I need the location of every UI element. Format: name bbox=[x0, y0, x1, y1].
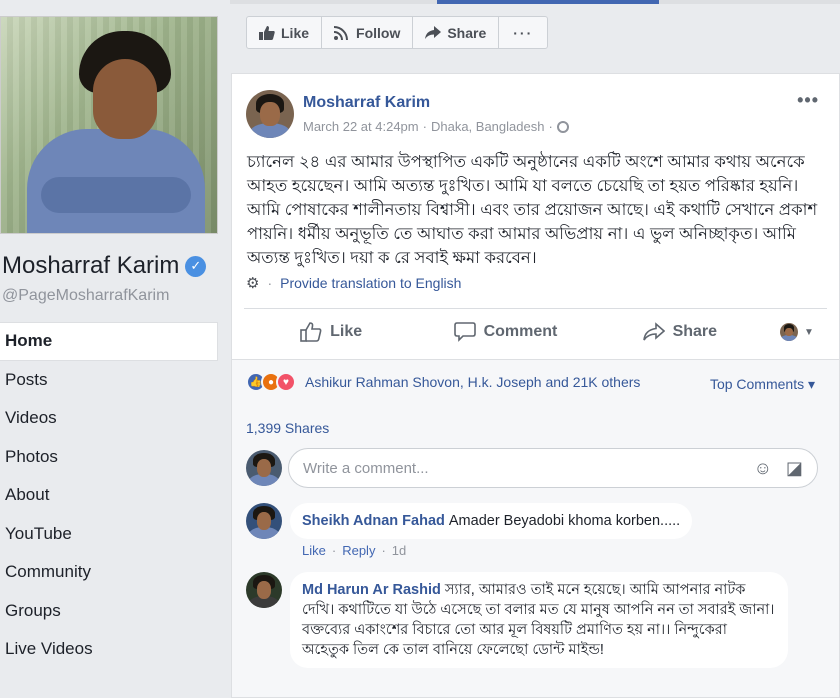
page-more-button[interactable]: ··· bbox=[499, 17, 547, 48]
thumbs-up-outline-icon bbox=[300, 322, 322, 342]
rss-follow-icon bbox=[334, 25, 349, 40]
post-date[interactable]: March 22 at 4:24pm bbox=[303, 119, 419, 134]
share-arrow-icon bbox=[425, 25, 442, 39]
nav-item-about[interactable]: About bbox=[0, 476, 218, 515]
post-actions: Like Comment Share ▼ bbox=[244, 314, 827, 350]
composer-avatar[interactable] bbox=[246, 450, 282, 486]
translation-row: ⚙ · Provide translation to English bbox=[246, 274, 461, 292]
love-reaction-icon: ♥ bbox=[276, 372, 296, 392]
nav-item-posts[interactable]: Posts bbox=[0, 361, 218, 400]
comment-bubble: Md Harun Ar Rashid স্যার, আমারও তাই মনে হ… bbox=[290, 572, 788, 668]
comment-input-placeholder: Write a comment... bbox=[303, 459, 429, 477]
share-outline-icon bbox=[642, 322, 665, 341]
post-like-button[interactable]: Like bbox=[244, 322, 418, 342]
commenter-name[interactable]: Sheikh Adnan Fahad bbox=[302, 513, 445, 529]
post-card: Mosharraf Karim March 22 at 4:24pm · Dha… bbox=[231, 73, 840, 698]
comment-like-link[interactable]: Like bbox=[302, 543, 326, 558]
comment-item: Md Harun Ar Rashid স্যার, আমারও তাই মনে হ… bbox=[246, 572, 788, 668]
page-like-button[interactable]: Like bbox=[247, 17, 323, 48]
public-globe-icon[interactable] bbox=[556, 120, 569, 133]
comment-composer: Write a comment... ☺ ◪ bbox=[246, 448, 818, 488]
nav-item-groups[interactable]: Groups bbox=[0, 592, 218, 631]
page-follow-label: Follow bbox=[356, 24, 401, 41]
comment-bubble: Sheikh Adnan Fahad Amader Beyadobi khoma … bbox=[290, 503, 693, 539]
chevron-down-icon: ▼ bbox=[804, 326, 814, 338]
thumbs-up-icon bbox=[259, 25, 275, 40]
reaction-icons: 👍 ● ♥ bbox=[246, 372, 296, 392]
emoji-icon[interactable]: ☺ bbox=[754, 458, 772, 479]
shares-count[interactable]: 1,399 Shares bbox=[246, 420, 329, 436]
comment-input[interactable]: Write a comment... ☺ ◪ bbox=[288, 448, 818, 488]
nav-item-videos[interactable]: Videos bbox=[0, 399, 218, 438]
post-meta: March 22 at 4:24pm · Dhaka, Bangladesh · bbox=[303, 119, 569, 134]
top-comments-dropdown[interactable]: Top Comments ▾ bbox=[710, 376, 815, 393]
page-name-text[interactable]: Mosharraf Karim bbox=[2, 252, 179, 280]
commenter-avatar[interactable] bbox=[246, 503, 282, 539]
post-as-selector[interactable]: ▼ bbox=[767, 323, 827, 341]
reactions-summary[interactable]: 👍 ● ♥ Ashikur Rahman Shovon, H.k. Joseph… bbox=[246, 372, 640, 392]
post-comment-button[interactable]: Comment bbox=[418, 322, 592, 342]
meta-separator: · bbox=[548, 119, 553, 134]
page-like-label: Like bbox=[281, 24, 310, 41]
page-action-bar: Like Follow Share ··· bbox=[246, 16, 549, 49]
nav-item-home[interactable]: Home bbox=[0, 322, 218, 361]
current-user-avatar bbox=[780, 323, 799, 341]
translation-separator: · bbox=[267, 275, 273, 291]
gear-icon[interactable]: ⚙ bbox=[246, 274, 259, 292]
nav-item-community[interactable]: Community bbox=[0, 553, 218, 592]
author-avatar[interactable] bbox=[246, 90, 294, 138]
post-text: চ্যানেল ২৪ এর আমার উপস্থাপিত একটি অনুষ্ঠ… bbox=[247, 153, 818, 267]
verified-badge-icon: ✓ bbox=[185, 255, 207, 277]
top-loading-bar bbox=[230, 0, 840, 4]
divider bbox=[244, 308, 827, 309]
feedback-section: 👍 ● ♥ Ashikur Rahman Shovon, H.k. Joseph… bbox=[232, 359, 839, 697]
nav-item-photos[interactable]: Photos bbox=[0, 438, 218, 477]
nav-item-live-videos[interactable]: Live Videos bbox=[0, 630, 218, 669]
comment-time[interactable]: 1d bbox=[392, 543, 406, 558]
page-follow-button[interactable]: Follow bbox=[322, 17, 414, 48]
post-author[interactable]: Mosharraf Karim bbox=[303, 94, 430, 112]
comment-bubble-icon bbox=[453, 322, 476, 342]
meta-separator: · bbox=[422, 119, 427, 134]
comment-actions: Like · Reply · 1d bbox=[302, 543, 407, 558]
top-loading-accent bbox=[437, 0, 659, 4]
post-options-icon[interactable]: ••• bbox=[797, 90, 819, 111]
comment-text: Amader Beyadobi khoma korben..... bbox=[448, 513, 681, 529]
comment-reply-link[interactable]: Reply bbox=[342, 543, 375, 558]
post-location[interactable]: Dhaka, Bangladesh bbox=[431, 119, 544, 134]
profile-picture[interactable] bbox=[0, 16, 218, 234]
post-like-label: Like bbox=[330, 323, 363, 340]
page-nav: Home Posts Videos Photos About YouTube C… bbox=[0, 322, 218, 669]
page-share-button[interactable]: Share bbox=[413, 17, 500, 48]
post-share-button[interactable]: Share bbox=[593, 322, 767, 342]
page-name[interactable]: Mosharraf Karim ✓ bbox=[2, 252, 207, 280]
page-handle[interactable]: @PageMosharrafKarim bbox=[2, 287, 169, 305]
comment-item: Sheikh Adnan Fahad Amader Beyadobi khoma … bbox=[246, 503, 693, 558]
left-column: Mosharraf Karim ✓ @PageMosharrafKarim Ho… bbox=[0, 0, 230, 698]
sticker-icon[interactable]: ◪ bbox=[786, 458, 803, 479]
translate-link[interactable]: Provide translation to English bbox=[280, 275, 461, 291]
commenter-name[interactable]: Md Harun Ar Rashid bbox=[302, 582, 441, 598]
post-comment-label: Comment bbox=[483, 323, 558, 340]
reactors-text[interactable]: Ashikur Rahman Shovon, H.k. Joseph and 2… bbox=[305, 374, 640, 390]
nav-item-youtube[interactable]: YouTube bbox=[0, 515, 218, 554]
post-share-label: Share bbox=[672, 323, 718, 340]
page-share-label: Share bbox=[447, 24, 487, 41]
commenter-avatar[interactable] bbox=[246, 572, 282, 608]
